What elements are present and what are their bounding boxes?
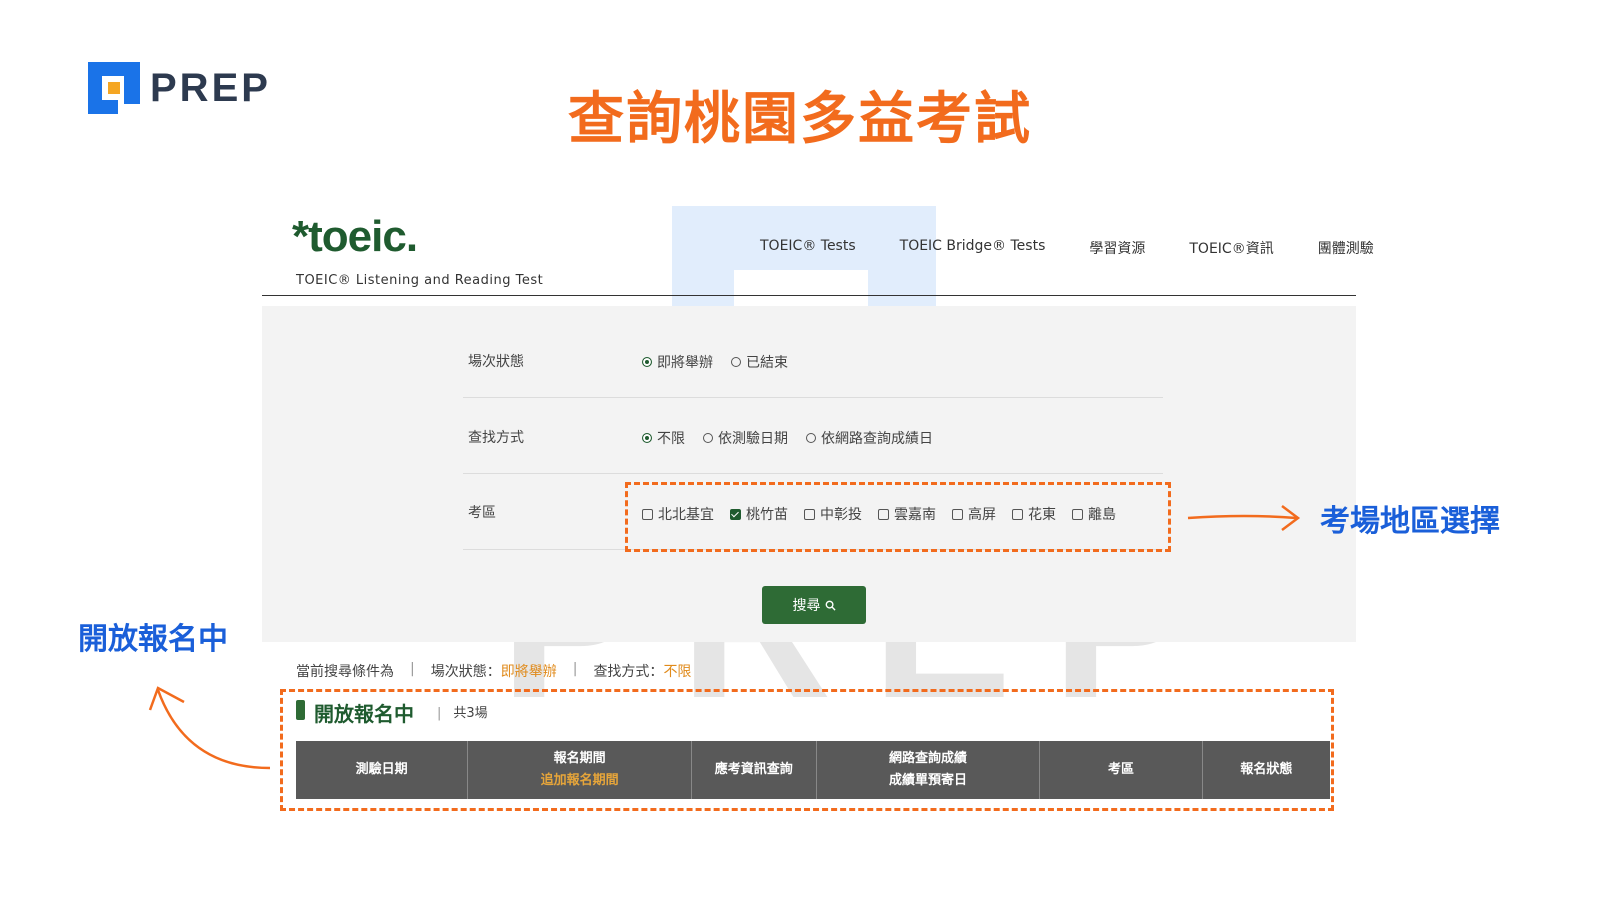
main-nav: TOEIC® Tests TOEIC Bridge® Tests 學習資源 TO… — [760, 238, 1374, 258]
open-registration-annotation: 開放報名中 — [78, 622, 228, 657]
status-options: 即將舉辦 已結束 — [642, 352, 788, 372]
current-criteria: 當前搜尋條件為 | 場次狀態：即將舉辦 | 查找方式：不限 — [296, 661, 692, 680]
table-highlight-box — [280, 689, 1334, 811]
radio-selected-icon — [642, 357, 652, 367]
status-label: 場次狀態 — [468, 354, 524, 370]
radio-selected-icon — [642, 433, 652, 443]
method-score-date-radio[interactable]: 依網路查詢成績日 — [806, 428, 933, 448]
search-button[interactable]: 搜尋 — [762, 586, 866, 624]
arrow-curved-icon — [148, 686, 271, 770]
header-divider — [262, 295, 1356, 296]
page-title: 查詢桃園多益考試 — [568, 87, 1032, 152]
method-test-date-radio[interactable]: 依測驗日期 — [703, 428, 788, 448]
criteria-method-value: 不限 — [663, 664, 692, 680]
criteria-status-value: 即將舉辦 — [500, 664, 557, 680]
radio-icon — [731, 357, 741, 367]
nav-toeic-bridge[interactable]: TOEIC Bridge® Tests — [900, 238, 1046, 258]
nav-toeic-info[interactable]: TOEIC®資訊 — [1189, 238, 1273, 258]
nav-learning-resources[interactable]: 學習資源 — [1089, 238, 1145, 258]
search-icon — [825, 600, 836, 611]
region-label: 考區 — [468, 505, 496, 521]
method-any-radio[interactable]: 不限 — [642, 428, 685, 448]
method-options: 不限 依測驗日期 依網路查詢成績日 — [642, 428, 933, 448]
divider: | — [572, 661, 578, 677]
nav-toeic-tests[interactable]: TOEIC® Tests — [760, 238, 856, 258]
status-ended-radio[interactable]: 已結束 — [731, 352, 788, 372]
row-divider — [463, 397, 1163, 398]
method-label: 查找方式 — [468, 430, 524, 446]
nav-group-testing[interactable]: 團體測驗 — [1318, 238, 1374, 258]
radio-icon — [806, 433, 816, 443]
divider: | — [410, 661, 415, 677]
radio-icon — [703, 433, 713, 443]
region-highlight-box — [625, 482, 1171, 552]
toeic-logo[interactable]: *toeic. — [292, 212, 418, 262]
status-upcoming-radio[interactable]: 即將舉辦 — [642, 352, 713, 372]
region-annotation: 考場地區選擇 — [1320, 504, 1500, 539]
toeic-subtitle: TOEIC® Listening and Reading Test — [296, 273, 544, 288]
row-divider — [463, 473, 1163, 474]
arrow-right-icon — [1187, 505, 1301, 531]
